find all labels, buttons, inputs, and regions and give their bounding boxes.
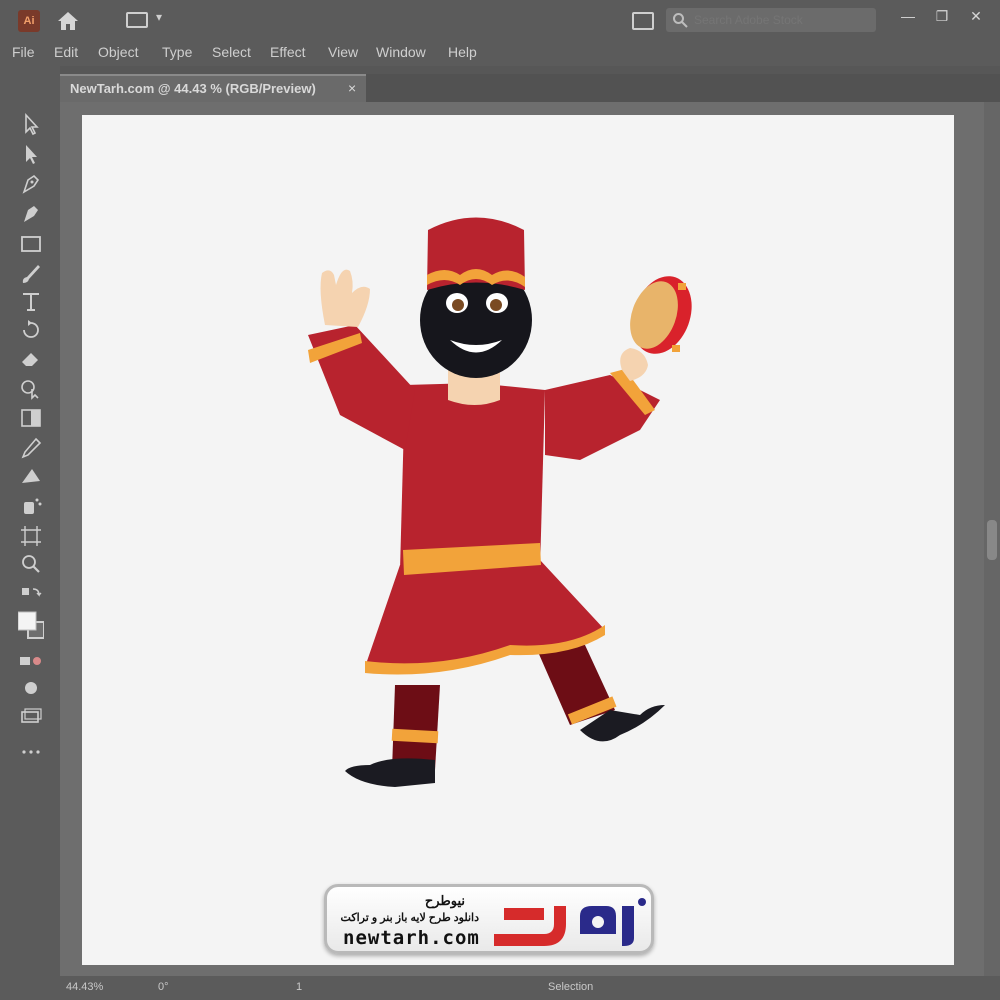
artboard-number[interactable]: 1 xyxy=(296,981,302,993)
watermark-tagline: دانلود طرح لایه باز بنر و تراکت xyxy=(340,912,479,924)
more-tools-icon[interactable] xyxy=(18,740,44,764)
drawing-mode-icon[interactable] xyxy=(18,650,44,674)
chevron-down-icon[interactable]: ▾ xyxy=(156,10,162,24)
paintbrush-tool-icon[interactable] xyxy=(18,262,44,286)
minimize-button[interactable]: — xyxy=(896,6,920,26)
swap-colors-icon[interactable] xyxy=(18,584,44,608)
menu-file[interactable]: File xyxy=(12,44,35,60)
pen-tool-icon[interactable] xyxy=(18,172,44,196)
fill-swatch-icon[interactable] xyxy=(17,610,45,644)
scrollbar-thumb[interactable] xyxy=(987,520,997,560)
tool-mode-label: Selection xyxy=(548,981,594,993)
menu-object[interactable]: Object xyxy=(98,44,138,60)
app-logo[interactable]: Ai xyxy=(18,10,40,32)
menu-select[interactable]: Select xyxy=(212,44,251,60)
gradient-tool-icon[interactable] xyxy=(18,406,44,430)
dancer-illustration[interactable] xyxy=(300,205,700,795)
watermark-url: newtarh.com xyxy=(343,927,480,949)
watermark-brand-name: نیوطرح xyxy=(424,893,465,908)
artboard-tool-icon[interactable] xyxy=(18,524,44,548)
type-tool-icon[interactable] xyxy=(18,290,44,314)
newtarh-logo-icon xyxy=(494,898,646,946)
home-icon[interactable] xyxy=(56,10,80,32)
rectangle-tool-icon[interactable] xyxy=(18,232,44,256)
status-bar xyxy=(0,976,1000,1000)
eyedropper-tool-icon[interactable] xyxy=(18,436,44,460)
zoom-level[interactable]: 44.43% xyxy=(66,981,103,993)
menu-effect[interactable]: Effect xyxy=(270,44,306,60)
workspace-icon[interactable] xyxy=(126,12,148,28)
document-tab[interactable]: NewTarh.com @ 44.43 % (RGB/Preview) × xyxy=(60,74,366,102)
document-tab-label: NewTarh.com @ 44.43 % (RGB/Preview) xyxy=(70,81,316,96)
close-icon[interactable]: × xyxy=(348,80,356,96)
search-icon[interactable] xyxy=(672,12,688,28)
eraser-tool-icon[interactable] xyxy=(18,346,44,370)
menu-edit[interactable]: Edit xyxy=(54,44,78,60)
restore-button[interactable]: ❐ xyxy=(930,6,954,26)
close-button[interactable]: ✕ xyxy=(964,6,988,26)
menu-window[interactable]: Window xyxy=(376,44,426,60)
menu-view[interactable]: View xyxy=(328,44,358,60)
arrange-documents-icon[interactable] xyxy=(632,12,654,30)
menu-bar xyxy=(0,40,1000,66)
curvature-tool-icon[interactable] xyxy=(18,202,44,226)
rotate-tool-icon[interactable] xyxy=(18,318,44,342)
shape-builder-icon[interactable] xyxy=(18,376,44,400)
menu-type[interactable]: Type xyxy=(162,44,192,60)
selection-tool-icon[interactable] xyxy=(18,112,44,136)
control-strip xyxy=(0,66,1000,74)
direct-selection-tool-icon[interactable] xyxy=(18,142,44,166)
screen-mode-icon[interactable] xyxy=(18,676,44,700)
menu-help[interactable]: Help xyxy=(448,44,477,60)
search-input[interactable] xyxy=(694,10,869,30)
blend-tool-icon[interactable] xyxy=(18,464,44,488)
rotation-value[interactable]: 0° xyxy=(158,981,169,993)
zoom-tool-icon[interactable] xyxy=(18,552,44,576)
screen-mode-toggle-icon[interactable] xyxy=(18,704,44,728)
symbol-sprayer-icon[interactable] xyxy=(18,494,44,518)
